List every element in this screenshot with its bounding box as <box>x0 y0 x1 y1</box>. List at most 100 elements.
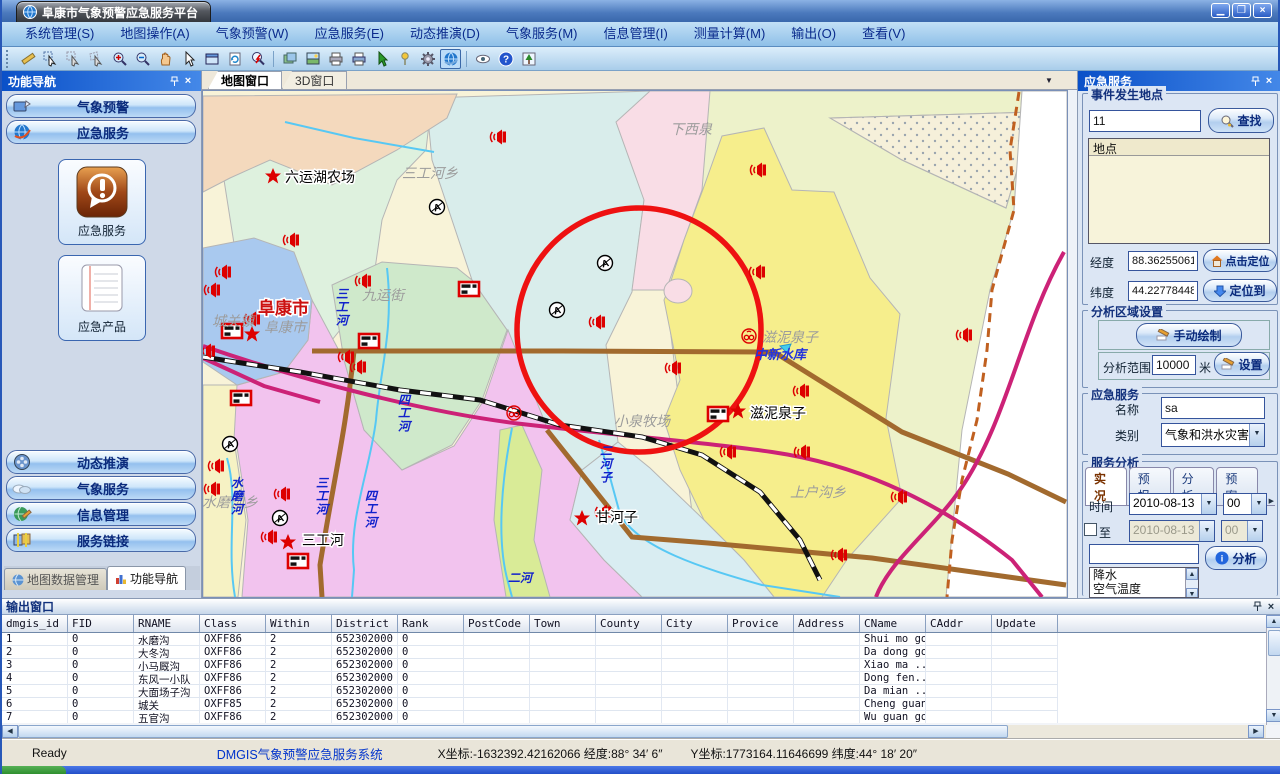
column-header[interactable]: FID <box>68 615 134 632</box>
chevron-down-icon[interactable]: ▼ <box>1247 521 1262 541</box>
column-header[interactable]: CName <box>860 615 926 632</box>
column-header[interactable]: County <box>596 615 662 632</box>
flag-marker[interactable] <box>288 554 308 568</box>
search-button[interactable]: 查找 <box>1208 108 1274 133</box>
nav-bar-emergency-service[interactable]: 应急服务 <box>6 120 196 144</box>
vscroll-thumb[interactable] <box>1268 630 1280 656</box>
circlea-marker[interactable] <box>550 303 565 318</box>
menu-item[interactable]: 地图操作(A) <box>107 22 202 46</box>
element-combo[interactable] <box>1089 544 1199 564</box>
locate-to-button[interactable]: 定位到 <box>1203 279 1277 302</box>
latitude-input[interactable] <box>1128 281 1198 301</box>
nav-bar-weather-service[interactable]: 气象服务 <box>6 476 196 500</box>
print-icon[interactable] <box>325 49 346 69</box>
range-input[interactable] <box>1152 355 1196 375</box>
tab-map-window[interactable]: 地图窗口 <box>208 71 282 89</box>
list-item[interactable]: 降水 <box>1090 568 1198 582</box>
to-hour-select[interactable]: 00 ▼ <box>1221 520 1263 542</box>
nav-pin-icon[interactable] <box>167 74 181 88</box>
help-icon[interactable]: ? <box>495 49 516 69</box>
circlea-marker[interactable] <box>273 511 288 526</box>
service-name-input[interactable] <box>1161 397 1265 419</box>
chevron-down-icon[interactable]: ▼ <box>1251 494 1266 514</box>
column-header[interactable]: RNAME <box>134 615 200 632</box>
menu-item[interactable]: 测量计算(M) <box>681 22 779 46</box>
flag-marker[interactable] <box>459 282 479 296</box>
layers-icon[interactable] <box>279 49 300 69</box>
select-feature-icon[interactable] <box>40 49 61 69</box>
circlea-marker[interactable] <box>223 437 238 452</box>
manual-draw-button[interactable]: 手动绘制 <box>1136 323 1242 347</box>
export-map-icon[interactable] <box>302 49 323 69</box>
flag-marker[interactable] <box>708 407 728 421</box>
column-header[interactable]: Provice <box>728 615 794 632</box>
chevron-down-icon[interactable]: ▼ <box>1199 521 1214 541</box>
to-checkbox[interactable] <box>1084 523 1097 536</box>
select-box-icon[interactable] <box>63 49 84 69</box>
settings-gear-icon[interactable] <box>417 49 438 69</box>
minimize-button[interactable]: ▁ <box>1211 3 1230 18</box>
identify-icon[interactable] <box>247 49 268 69</box>
table-row[interactable]: 10水磨沟OXFF8626523020000Shui mo gou <box>2 633 1266 646</box>
column-header[interactable]: Rank <box>398 615 464 632</box>
measure-icon[interactable] <box>17 49 38 69</box>
nav-bar-service-links[interactable]: 服务链接 <box>6 528 196 552</box>
table-row[interactable]: 20大冬沟OXFF8626523020000Da dong gou <box>2 646 1266 659</box>
click-locate-button[interactable]: 点击定位 <box>1203 249 1277 272</box>
output-hscrollbar[interactable]: ◀ ▶ <box>2 725 1266 739</box>
longitude-input[interactable] <box>1128 251 1198 271</box>
menu-item[interactable]: 气象预警(W) <box>203 22 302 46</box>
column-header[interactable]: Class <box>200 615 266 632</box>
refresh-icon[interactable] <box>224 49 245 69</box>
hour-select[interactable]: 00 ▼ <box>1223 493 1267 515</box>
column-header[interactable]: Address <box>794 615 860 632</box>
output-table[interactable]: dmgis_idFIDRNAMEClassWithinDistrictRankP… <box>2 615 1266 723</box>
nav-bar-dynamic-deduction[interactable]: 动态推演 <box>6 450 196 474</box>
column-header[interactable]: CAddr <box>926 615 992 632</box>
emergency-product-shortcut[interactable]: 应急产品 <box>58 255 146 341</box>
scroll-down-icon[interactable]: ▼ <box>1266 709 1280 722</box>
table-row[interactable]: 60城关OXFF8526523020000Cheng guan <box>2 698 1266 711</box>
tab-scroll-right-icon[interactable]: ▶ <box>1268 497 1275 505</box>
pointer-icon[interactable] <box>178 49 199 69</box>
scroll-up-icon[interactable]: ▲ <box>1266 615 1280 628</box>
menu-item[interactable]: 输出(O) <box>778 22 849 46</box>
hscroll-thumb[interactable] <box>18 725 1008 738</box>
menu-item[interactable]: 信息管理(I) <box>591 22 681 46</box>
menu-item[interactable]: 应急服务(E) <box>302 22 397 46</box>
scroll-left-icon[interactable]: ◀ <box>2 725 18 738</box>
location-list[interactable]: 地点 <box>1088 138 1270 244</box>
output-close-icon[interactable]: × <box>1264 600 1278 614</box>
table-row[interactable]: 40东风一小队OXFF8626523020000Dong fen... <box>2 672 1266 685</box>
panel-splitter[interactable] <box>1068 90 1077 598</box>
column-header[interactable]: Update <box>992 615 1058 632</box>
chevron-down-icon[interactable]: ▼ <box>1249 424 1264 446</box>
circlea-marker[interactable] <box>430 200 445 215</box>
print-setup-icon[interactable] <box>348 49 369 69</box>
service-type-select[interactable]: 气象和洪水灾害 ▼ <box>1161 423 1265 447</box>
tab-function-nav[interactable]: 功能导航 <box>107 566 186 590</box>
emergency-service-shortcut[interactable]: 应急服务 <box>58 159 146 245</box>
output-vscrollbar[interactable]: ▲ ▼ <box>1266 615 1280 725</box>
column-header[interactable]: PostCode <box>464 615 530 632</box>
menu-item[interactable]: 动态推演(D) <box>397 22 493 46</box>
scene-icon[interactable] <box>518 49 539 69</box>
eye-icon[interactable] <box>472 49 493 69</box>
green-pointer-icon[interactable] <box>371 49 392 69</box>
nav-close-icon[interactable]: × <box>181 74 195 88</box>
table-row[interactable]: 70五官沟OXFF8626523020000Wu guan gou <box>2 711 1266 723</box>
menu-item[interactable]: 系统管理(S) <box>12 22 107 46</box>
date-select[interactable]: 2010-08-13 ▼ <box>1129 493 1217 515</box>
list-item[interactable]: 空气温度 <box>1090 582 1198 596</box>
column-header[interactable]: Town <box>530 615 596 632</box>
zoom-in-icon[interactable] <box>109 49 130 69</box>
restore-button[interactable]: ❐ <box>1232 3 1251 18</box>
table-row[interactable]: 30小马厩沟OXFF8626523020000Xiao ma ... <box>2 659 1266 672</box>
circlea-marker[interactable] <box>598 256 613 271</box>
flag-marker[interactable] <box>359 334 379 348</box>
emergency-pin-icon[interactable] <box>1248 74 1262 88</box>
column-header[interactable]: Within <box>266 615 332 632</box>
start-button-edge[interactable] <box>2 766 66 774</box>
map-tab-dropdown chevron-down-icon[interactable]: ▼ <box>1039 74 1059 88</box>
tab-3d-window[interactable]: 3D窗口 <box>282 71 347 89</box>
